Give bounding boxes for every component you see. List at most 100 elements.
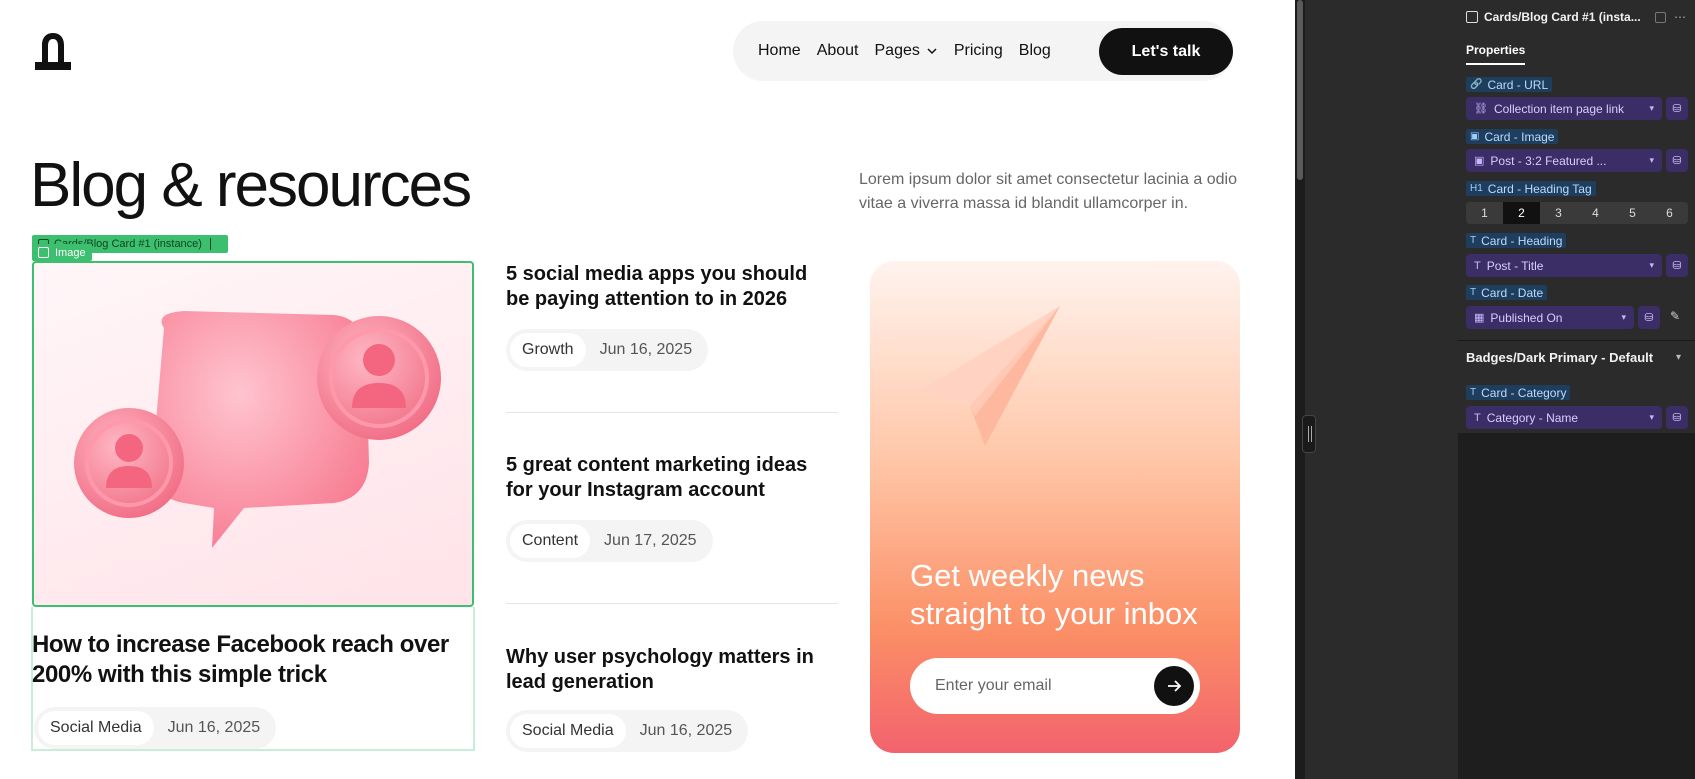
chevron-down-icon: ▾ [1649,260,1654,270]
database-icon[interactable]: ⛁ [1666,97,1688,120]
design-canvas[interactable]: Home About Pages Pricing Blog Let's talk… [0,0,1295,779]
database-icon[interactable]: ⛁ [1666,149,1688,172]
featured-post-title[interactable]: How to increase Facebook reach over 200%… [32,630,452,690]
card-url-label-text: Card - URL [1487,77,1549,92]
card-heading-value: Post - Title [1486,258,1544,273]
more-options-icon[interactable]: ⋯ [1674,10,1686,24]
heading-tag-label: H1 Card - Heading Tag [1466,181,1596,196]
brand-logo-icon[interactable] [31,30,75,74]
link-icon: ⛓ [1474,103,1488,115]
panel-title: Cards/Blog Card #1 (insta... [1484,10,1641,24]
nav-blog[interactable]: Blog [1019,42,1051,60]
nav-about[interactable]: About [817,42,859,60]
wrench-icon[interactable]: ✎ [1670,309,1680,323]
panel-resize-handle[interactable] [1302,415,1316,453]
chevron-down-icon: ▾ [1649,155,1654,165]
email-input[interactable]: Enter your email [910,658,1200,714]
image-selection-tag[interactable]: Image [32,244,92,261]
text-icon: T [1470,235,1477,246]
tab-properties[interactable]: Properties [1466,43,1526,65]
edit-icon[interactable] [209,238,222,250]
card-heading-field[interactable]: T Post - Title ▾ [1466,254,1662,277]
heading-tag-2[interactable]: 2 [1503,202,1540,224]
heading-tag-4[interactable]: 4 [1577,202,1614,224]
chevron-down-icon: ▾ [1621,312,1626,322]
arrow-right-icon [1168,680,1182,692]
card-image-field[interactable]: ▣ Post - 3:2 Featured ... ▾ [1466,149,1662,172]
post-meta: Content Jun 17, 2025 [506,520,713,562]
post-date: Jun 16, 2025 [599,341,693,358]
properties-panel: Cards/Blog Card #1 (insta... ⋯ Propertie… [1458,0,1695,779]
post-meta: Growth Jun 16, 2025 [506,329,709,371]
text-icon: T [1470,387,1477,398]
paper-plane-illustration [920,306,1060,446]
card-category-field[interactable]: T Category - Name ▾ [1466,406,1662,429]
category-badge[interactable]: Growth [510,333,586,367]
badges-section-title[interactable]: Badges/Dark Primary - Default [1466,350,1653,365]
text-icon: T [1474,259,1481,272]
card-image-label: ▣ Card - Image [1466,129,1559,144]
properties-panel-body: Cards/Blog Card #1 (insta... ⋯ Propertie… [1458,0,1695,433]
h1-icon: H1 [1470,183,1483,194]
section-divider [1458,340,1695,341]
card-category-value: Category - Name [1486,410,1579,425]
page-intro: Lorem ipsum dolor sit amet consectetur l… [859,171,1237,212]
card-date-field[interactable]: ▦ Published On ▾ [1466,306,1634,329]
image-icon: ▣ [1474,155,1485,167]
card-heading-label-text: Card - Heading [1481,233,1563,248]
post-title[interactable]: 5 social media apps you should be paying… [506,262,816,312]
chevron-down-icon[interactable]: ▾ [1676,352,1681,363]
card-url-field[interactable]: ⛓ Collection item page link ▾ [1466,97,1662,120]
nav-pricing[interactable]: Pricing [954,42,1003,60]
calendar-icon: ▦ [1474,312,1485,324]
divider [506,603,838,604]
chevron-down-icon [927,48,937,55]
canvas-gutter [1305,0,1458,779]
card-image-label-text: Card - Image [1484,129,1555,144]
card-date-label: T Card - Date [1466,285,1548,300]
main-nav: Home About Pages Pricing Blog Let's talk [733,21,1233,81]
panel-header: Cards/Blog Card #1 (insta... ⋯ [1466,8,1686,26]
post-title[interactable]: 5 great content marketing ideas for your… [506,453,816,503]
category-badge[interactable]: Content [510,524,591,558]
card-url-label: 🔗 Card - URL [1466,77,1553,92]
page-title: Blog & resources [30,151,472,220]
component-icon [1466,11,1478,23]
heading-tag-1[interactable]: 1 [1466,202,1503,224]
divider [506,412,838,413]
post-date: Jun 16, 2025 [639,722,733,739]
link-icon: 🔗 [1470,79,1483,90]
chevron-down-icon: ▾ [1649,412,1654,422]
category-badge[interactable]: Social Media [38,711,154,745]
category-badge[interactable]: Social Media [510,714,626,748]
card-category-label: T Card - Category [1466,385,1571,400]
subscribe-button[interactable] [1154,666,1194,706]
card-heading-label: T Card - Heading [1466,233,1567,248]
image-selection-label: Image [55,246,86,259]
card-category-label-text: Card - Category [1481,385,1567,400]
featured-card-image[interactable] [32,261,474,607]
heading-tag-5[interactable]: 5 [1614,202,1651,224]
heading-tag-6[interactable]: 6 [1651,202,1688,224]
image-icon [38,247,49,258]
newsletter-card: Get weekly news straight to your inbox E… [870,261,1240,753]
detach-icon[interactable] [1655,11,1666,23]
text-icon: T [1474,411,1481,424]
database-icon[interactable]: ⛁ [1638,306,1660,329]
canvas-scrollbar[interactable] [1295,0,1305,779]
nav-pages[interactable]: Pages [875,42,938,60]
image-icon: ▣ [1470,131,1480,142]
nav-home[interactable]: Home [758,42,801,60]
database-icon[interactable]: ⛁ [1666,406,1688,429]
newsletter-heading: Get weekly news straight to your inbox [910,558,1198,631]
post-date: Jun 17, 2025 [604,532,697,549]
heading-tag-selector: 1 2 3 4 5 6 [1466,202,1688,224]
lets-talk-button[interactable]: Let's talk [1099,28,1233,75]
scrollbar-thumb[interactable] [1297,0,1303,180]
post-title[interactable]: Why user psychology matters in lead gene… [506,645,816,695]
card-date-value: Published On [1490,310,1563,325]
email-placeholder: Enter your email [935,677,1052,694]
card-date-label-text: Card - Date [1481,285,1544,300]
database-icon[interactable]: ⛁ [1666,254,1688,277]
heading-tag-3[interactable]: 3 [1540,202,1577,224]
